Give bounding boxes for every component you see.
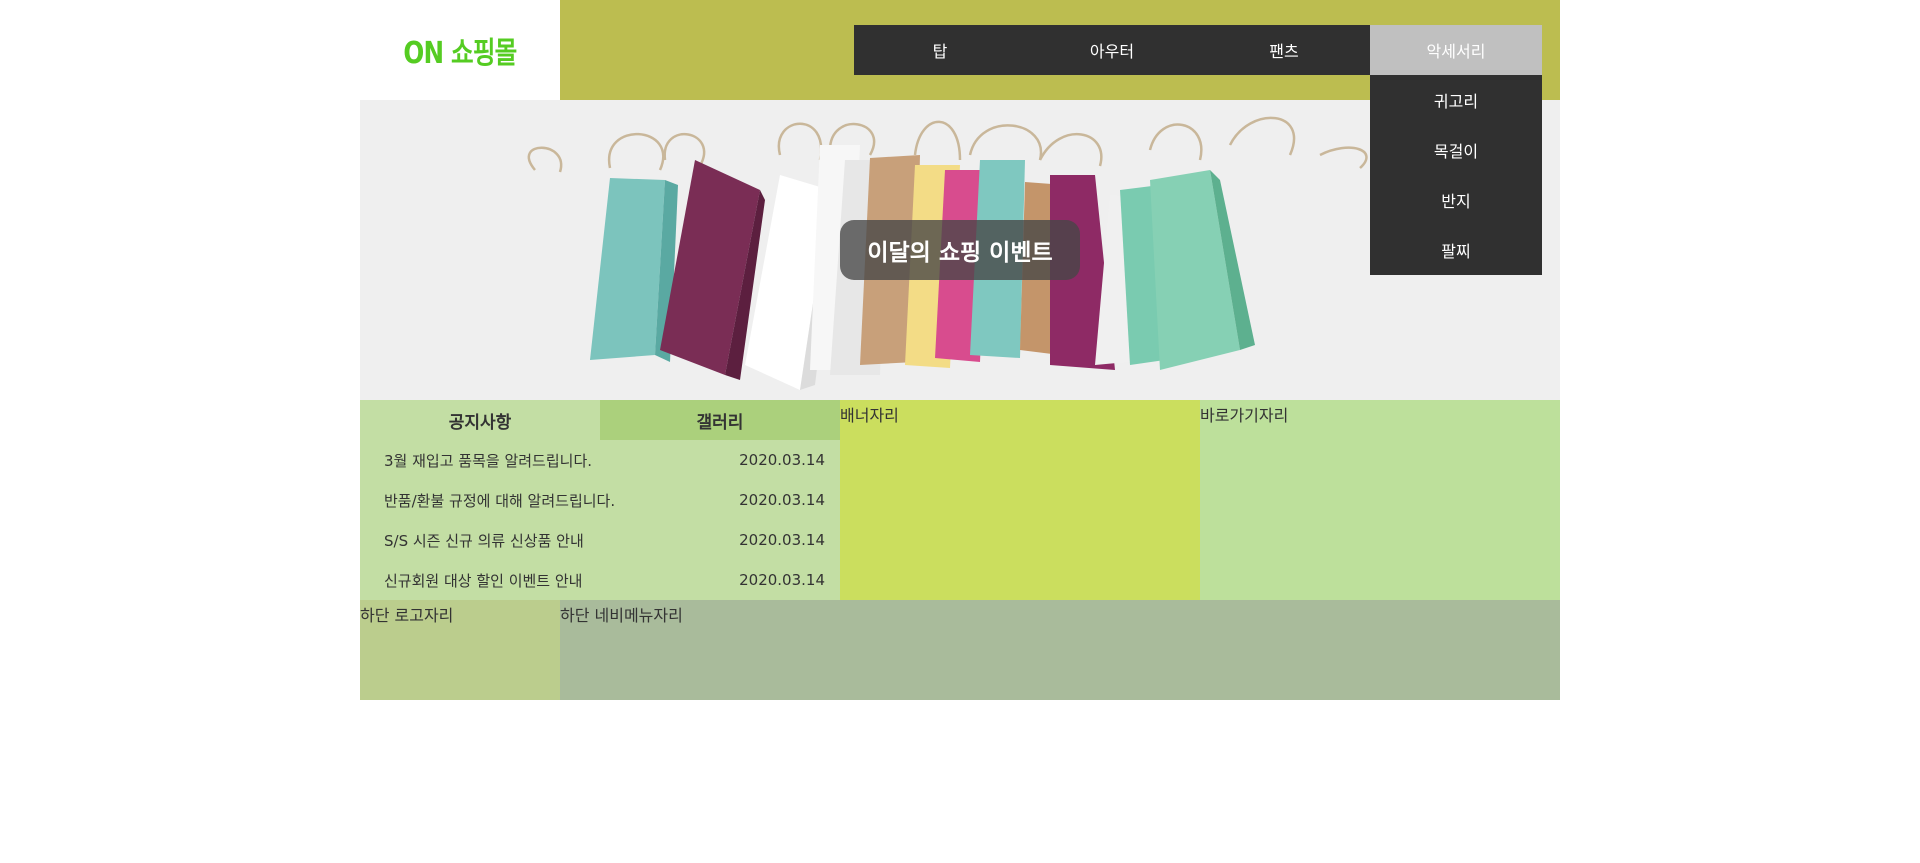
submenu-item-ring[interactable]: 반지 (1370, 175, 1542, 225)
submenu-item-bracelet[interactable]: 팔찌 (1370, 225, 1542, 275)
notice-title[interactable]: 3월 재입고 품목을 알려드립니다. (384, 450, 592, 471)
notice-title[interactable]: S/S 시즌 신규 의류 신상품 안내 (384, 530, 584, 551)
banner-title[interactable]: 이달의 쇼핑 이벤트 (840, 220, 1080, 280)
nav-label: 악세서리 (1426, 42, 1486, 61)
logo-area: ON 쇼핑몰 (360, 0, 560, 100)
nav-label: 탑 (932, 42, 948, 61)
main-nav: 탑 아우터 팬츠 악세서리 귀고리 목걸이 반지 팔찌 (854, 25, 1542, 275)
notice-date: 2020.03.14 (739, 531, 825, 549)
banner-slot: 배너자리 (840, 400, 1200, 600)
footer-logo-label: 하단 로고자리 (360, 606, 454, 625)
list-item: 3월 재입고 품목을 알려드립니다. 2020.03.14 (360, 440, 840, 480)
page-wrapper: ON 쇼핑몰 탑 아우터 팬츠 악세서리 귀고리 목걸이 반지 팔찌 이달의 쇼… (360, 0, 1560, 700)
banner-slot-label: 배너자리 (840, 406, 899, 425)
site-logo[interactable]: ON 쇼핑몰 (403, 28, 517, 72)
list-item: S/S 시즌 신규 의류 신상품 안내 2020.03.14 (360, 520, 840, 560)
nav-item-pants[interactable]: 팬츠 (1198, 25, 1370, 75)
footer-logo-slot: 하단 로고자리 (360, 600, 560, 700)
submenu-item-earrings[interactable]: 귀고리 (1370, 75, 1542, 125)
notice-title[interactable]: 반품/환불 규정에 대해 알려드립니다. (384, 490, 615, 511)
notice-list: 3월 재입고 품목을 알려드립니다. 2020.03.14 반품/환불 규정에 … (360, 440, 840, 600)
nav-label: 아우터 (1089, 42, 1135, 61)
shortcut-slot: 바로가기자리 (1200, 400, 1560, 600)
footer-nav-label: 하단 네비메뉴자리 (560, 606, 683, 625)
list-item: 신규회원 대상 할인 이벤트 안내 2020.03.14 (360, 560, 840, 600)
list-item: 반품/환불 규정에 대해 알려드립니다. 2020.03.14 (360, 480, 840, 520)
accessory-submenu: 귀고리 목걸이 반지 팔찌 (1370, 75, 1542, 275)
submenu-item-necklace[interactable]: 목걸이 (1370, 125, 1542, 175)
notice-panel: 공지사항 갤러리 3월 재입고 품목을 알려드립니다. 2020.03.14 반… (360, 400, 840, 600)
footer-nav-slot: 하단 네비메뉴자리 (560, 600, 1560, 700)
notice-date: 2020.03.14 (739, 491, 825, 509)
notice-date: 2020.03.14 (739, 451, 825, 469)
notice-date: 2020.03.14 (739, 571, 825, 589)
tab-notice[interactable]: 공지사항 (360, 400, 600, 440)
tab-gallery[interactable]: 갤러리 (600, 400, 840, 440)
notice-tabs: 공지사항 갤러리 (360, 400, 840, 440)
nav-item-outer[interactable]: 아우터 (1026, 25, 1198, 75)
nav-item-accessory[interactable]: 악세서리 귀고리 목걸이 반지 팔찌 (1370, 25, 1542, 275)
notice-title[interactable]: 신규회원 대상 할인 이벤트 안내 (384, 570, 582, 591)
shortcut-slot-label: 바로가기자리 (1200, 406, 1289, 425)
nav-item-top[interactable]: 탑 (854, 25, 1026, 75)
nav-label: 팬츠 (1269, 42, 1299, 61)
